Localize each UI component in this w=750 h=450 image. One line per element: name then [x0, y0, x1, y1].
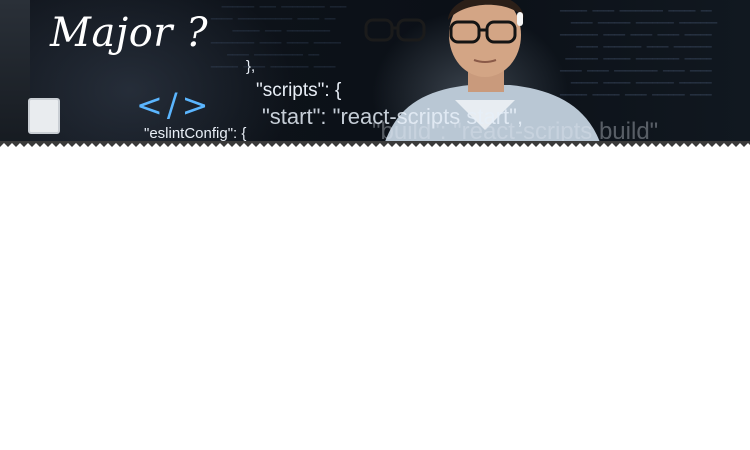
background-code-left: ────── ─── ──────── ─── ──── ────────── … — [210, 3, 347, 73]
bookshelf — [0, 0, 30, 150]
code-line-4: "eslintConfig": { — [144, 125, 247, 142]
code-line-2: "scripts": { — [256, 80, 342, 101]
glasses-icon — [364, 18, 426, 42]
zigzag-border — [0, 141, 750, 150]
code-line-1: }, — [246, 58, 256, 75]
desk-frame — [28, 98, 60, 134]
main-content-area — [0, 153, 750, 450]
hero-banner: ────── ─── ──────── ─── ──── ────────── … — [0, 0, 750, 150]
page-title: Major ? — [50, 10, 209, 56]
earbud-icon — [517, 12, 523, 26]
code-brackets-icon: </> — [136, 86, 213, 124]
